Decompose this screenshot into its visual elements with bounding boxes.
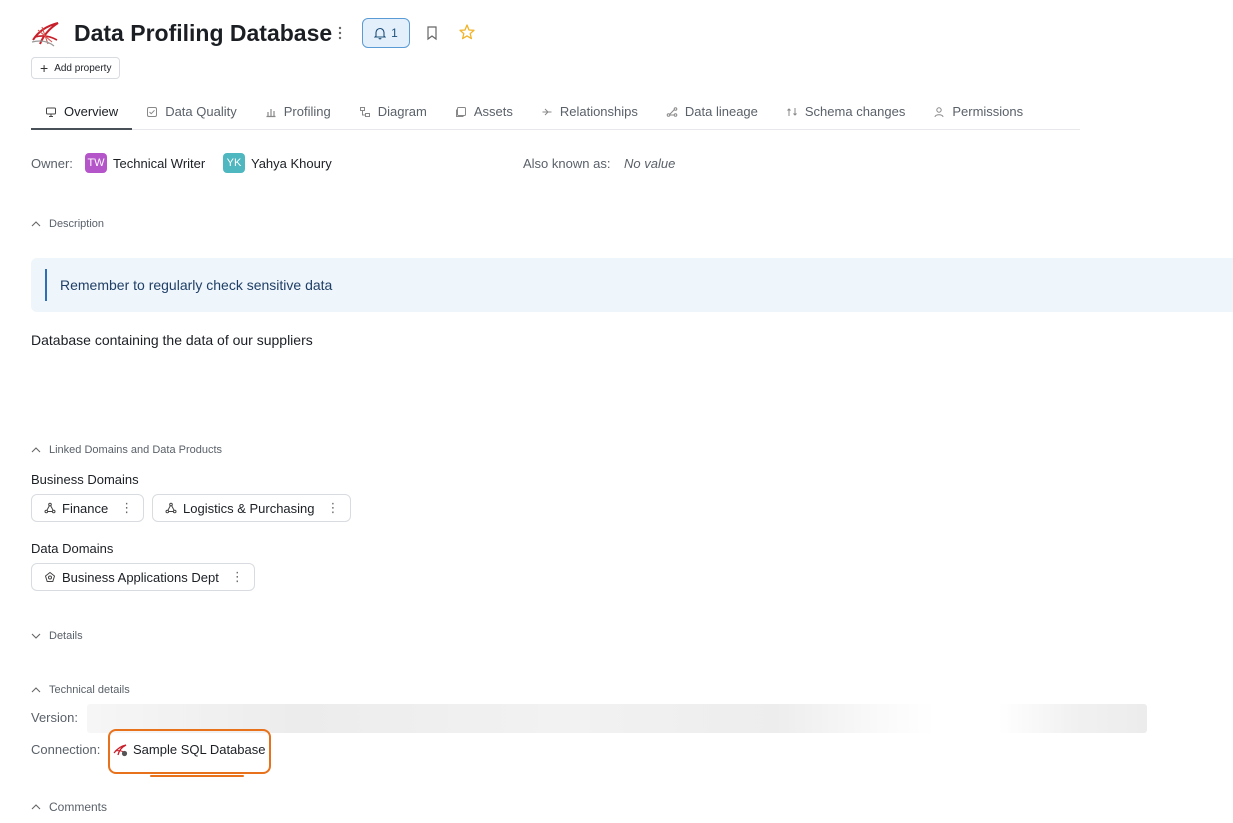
section-title: Technical details [49,684,130,696]
plus-icon: + [40,60,49,76]
description-section-toggle[interactable]: Description [31,218,104,230]
tab-data-lineage[interactable]: Data lineage [652,98,772,130]
relationships-icon [542,108,552,116]
data-domain-chip-business-applications[interactable]: Business Applications Dept ⋮ [31,563,255,591]
callout-accent-bar [45,269,47,301]
tab-label: Data lineage [684,104,758,119]
tab-profiling[interactable]: Profiling [251,98,345,130]
owner-name: Technical Writer [113,155,206,171]
owner-yahya-khoury[interactable]: YK Yahya Khoury [223,153,332,173]
sql-database-icon [113,743,128,756]
add-property-label: Add property [54,62,112,74]
bookmark-icon[interactable] [424,24,440,42]
more-options-icon[interactable]: ⋮ [120,500,133,516]
lineage-icon [666,107,678,117]
tab-label: Assets [473,104,513,119]
more-options-icon[interactable] [332,22,348,44]
tab-label: Profiling [283,104,331,119]
avatar: TW [85,153,107,173]
connection-link[interactable]: Sample SQL Database [113,742,265,757]
tab-bar: Overview Data Quality Profiling Diagram … [31,98,1080,130]
data-domain-icon [44,571,56,582]
business-domains-label: Business Domains [31,472,139,487]
tab-overview[interactable]: Overview [31,98,133,130]
tab-label: Relationships [559,104,638,119]
add-property-button[interactable]: + Add property [31,57,121,79]
callout-text: Remember to regularly check sensitive da… [60,277,333,293]
highlight-underline [150,775,244,777]
tab-diagram[interactable]: Diagram [345,98,441,130]
tab-assets[interactable]: Assets [441,98,527,130]
owner-technical-writer[interactable]: TW Technical Writer [85,153,205,173]
comments-section-toggle[interactable]: Comments [31,800,107,814]
tab-label: Diagram [377,104,427,119]
notification-count: 1 [391,26,398,40]
assets-icon [455,107,466,117]
section-title: Description [49,218,105,230]
page-title: Data Profiling Database [74,20,333,46]
sql-server-logo-icon [30,18,60,48]
bell-icon [374,27,387,39]
chevron-up-icon [31,804,41,810]
notification-button[interactable]: 1 [362,18,410,48]
owner-label: Owner: [31,156,73,171]
connection-label: Connection: [31,742,101,757]
tab-permissions[interactable]: Permissions [919,98,1037,130]
overview-icon [46,107,56,117]
data-quality-icon [147,107,158,117]
tab-label: Overview [64,104,119,119]
also-known-as-label: Also known as: [523,156,611,171]
chevron-up-icon [31,221,41,227]
domain-label: Business Applications Dept [62,569,219,585]
data-domains-label: Data Domains [31,541,114,556]
diagram-icon [359,107,370,117]
linked-domains-section-toggle[interactable]: Linked Domains and Data Products [31,444,222,456]
tab-data-quality[interactable]: Data Quality [132,98,251,130]
schema-changes-icon [787,108,797,116]
more-options-icon[interactable]: ⋮ [327,500,340,516]
version-label: Version: [31,710,78,725]
details-section-toggle[interactable]: Details [31,630,83,642]
tab-schema-changes[interactable]: Schema changes [772,98,919,130]
tab-label: Schema changes [804,104,906,119]
profiling-icon [266,109,276,118]
chevron-down-icon [31,633,41,639]
chevron-up-icon [31,687,41,693]
domain-label: Logistics & Purchasing [183,500,315,516]
domain-label: Finance [62,500,109,516]
domain-icon [44,502,56,514]
permissions-icon [934,107,944,118]
tab-label: Permissions [952,104,1024,119]
technical-details-section-toggle[interactable]: Technical details [31,684,130,696]
business-domain-chip-logistics[interactable]: Logistics & Purchasing ⋮ [152,494,351,522]
also-known-as-value[interactable]: No value [624,156,675,171]
star-icon[interactable] [458,23,476,41]
more-options-icon[interactable]: ⋮ [231,569,244,585]
section-title: Comments [49,800,108,814]
description-callout: Remember to regularly check sensitive da… [31,258,1233,312]
section-title: Details [49,630,83,642]
description-text: Database containing the data of our supp… [31,332,313,348]
tab-relationships[interactable]: Relationships [527,98,652,130]
avatar: YK [223,153,245,173]
connection-name: Sample SQL Database [133,742,266,757]
section-title: Linked Domains and Data Products [49,444,223,456]
business-domain-chip-finance[interactable]: Finance ⋮ [31,494,145,522]
owner-name: Yahya Khoury [251,155,332,171]
tab-label: Data Quality [165,104,237,119]
domain-icon [165,502,177,514]
version-value-redacted [87,704,1147,733]
chevron-up-icon [31,447,41,453]
